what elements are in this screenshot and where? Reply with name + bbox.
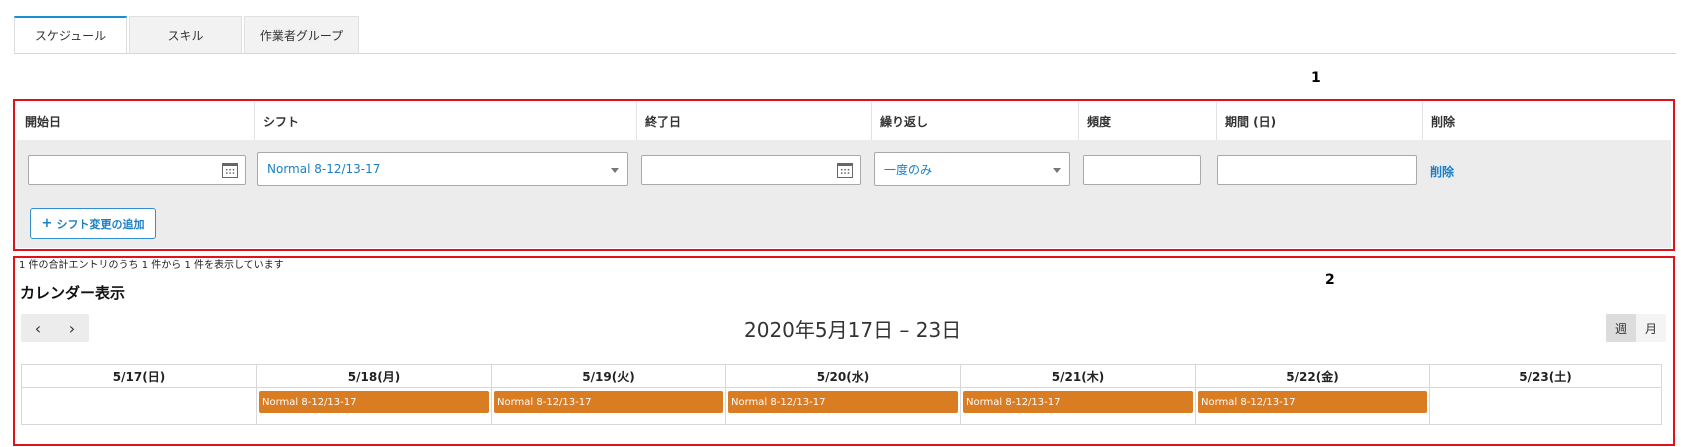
chevron-left-icon: ‹ — [34, 318, 42, 338]
shift-event[interactable]: Normal 8-12/13-17 — [1198, 391, 1427, 413]
add-shift-change-label: シフト変更の追加 — [56, 217, 145, 231]
calendar-title: カレンダー表示 — [20, 284, 126, 302]
prev-week-button[interactable]: ‹ — [21, 314, 55, 342]
header-start-date: 開始日 — [25, 114, 62, 129]
month-view-button[interactable]: 月 — [1636, 314, 1666, 342]
day-header: 5/20(水) — [726, 365, 960, 388]
header-shift: シフト — [254, 102, 636, 140]
tab-worker-groups[interactable]: 作業者グループ — [244, 16, 359, 53]
shift-event[interactable]: Normal 8-12/13-17 — [728, 391, 958, 413]
day-header: 5/22(金) — [1196, 365, 1429, 388]
repeat-select[interactable]: 一度のみ — [874, 152, 1070, 186]
day-header: 5/19(火) — [492, 365, 725, 388]
tab-skills[interactable]: スキル — [129, 16, 242, 53]
header-frequency: 頻度 — [1078, 102, 1216, 140]
next-week-button[interactable]: › — [55, 314, 89, 342]
day-column: 5/21(木) Normal 8-12/13-17 — [960, 365, 1195, 424]
day-header: 5/23(土) — [1430, 365, 1661, 388]
delete-link[interactable]: 削除 — [1430, 163, 1454, 180]
shift-select-value: Normal 8-12/13-17 — [267, 162, 381, 176]
week-calendar-grid: 5/17(日) 5/18(月) Normal 8-12/13-17 5/19(火… — [21, 364, 1662, 425]
day-header: 5/21(木) — [961, 365, 1195, 388]
day-header: 5/17(日) — [22, 365, 256, 388]
calendar-icon[interactable] — [837, 163, 853, 178]
header-delete: 削除 — [1422, 102, 1671, 140]
shift-event[interactable]: Normal 8-12/13-17 — [494, 391, 723, 413]
shift-event[interactable]: Normal 8-12/13-17 — [963, 391, 1193, 413]
day-column: 5/19(火) Normal 8-12/13-17 — [491, 365, 725, 424]
day-column: 5/18(月) Normal 8-12/13-17 — [256, 365, 491, 424]
entry-count-text: 1 件の合計エントリのうち 1 件から 1 件を表示しています — [19, 260, 284, 271]
header-end-date: 終了日 — [636, 102, 871, 140]
tab-bar: スケジュール スキル 作業者グループ — [14, 16, 361, 53]
chevron-down-icon — [611, 168, 619, 173]
week-view-button[interactable]: 週 — [1606, 314, 1636, 342]
chevron-right-icon: › — [68, 318, 76, 338]
day-column: 5/22(金) Normal 8-12/13-17 — [1195, 365, 1429, 424]
shift-table-header: 開始日 シフト 終了日 繰り返し 頻度 期間 (日) 削除 — [17, 102, 1671, 140]
date-range-title: 2020年5月17日 – 23日 — [744, 318, 962, 342]
start-date-input[interactable] — [28, 155, 246, 185]
end-date-input[interactable] — [641, 155, 861, 185]
day-column: 5/23(土) — [1429, 365, 1661, 424]
header-period: 期間 (日) — [1216, 102, 1422, 140]
chevron-down-icon — [1053, 168, 1061, 173]
tab-schedule[interactable]: スケジュール — [14, 16, 127, 53]
annotation-marker-1: 1 — [1311, 70, 1321, 86]
add-shift-change-button[interactable]: + シフト変更の追加 — [30, 208, 156, 239]
shift-change-panel: 開始日 シフト 終了日 繰り返し 頻度 期間 (日) 削除 Normal 8-1… — [13, 99, 1675, 251]
view-toggle: 週 月 — [1606, 314, 1666, 342]
tab-divider — [14, 53, 1676, 54]
frequency-input[interactable] — [1083, 155, 1201, 185]
calendar-nav: ‹ › — [21, 314, 89, 342]
shift-event[interactable]: Normal 8-12/13-17 — [259, 391, 489, 413]
shift-select[interactable]: Normal 8-12/13-17 — [257, 152, 628, 186]
day-header: 5/18(月) — [257, 365, 491, 388]
header-repeat: 繰り返し — [871, 102, 1078, 140]
day-column: 5/20(水) Normal 8-12/13-17 — [725, 365, 960, 424]
calendar-icon[interactable] — [222, 163, 238, 178]
day-column: 5/17(日) — [22, 365, 256, 424]
plus-icon: + — [41, 216, 53, 231]
repeat-select-value: 一度のみ — [884, 162, 933, 177]
period-input[interactable] — [1217, 155, 1417, 185]
